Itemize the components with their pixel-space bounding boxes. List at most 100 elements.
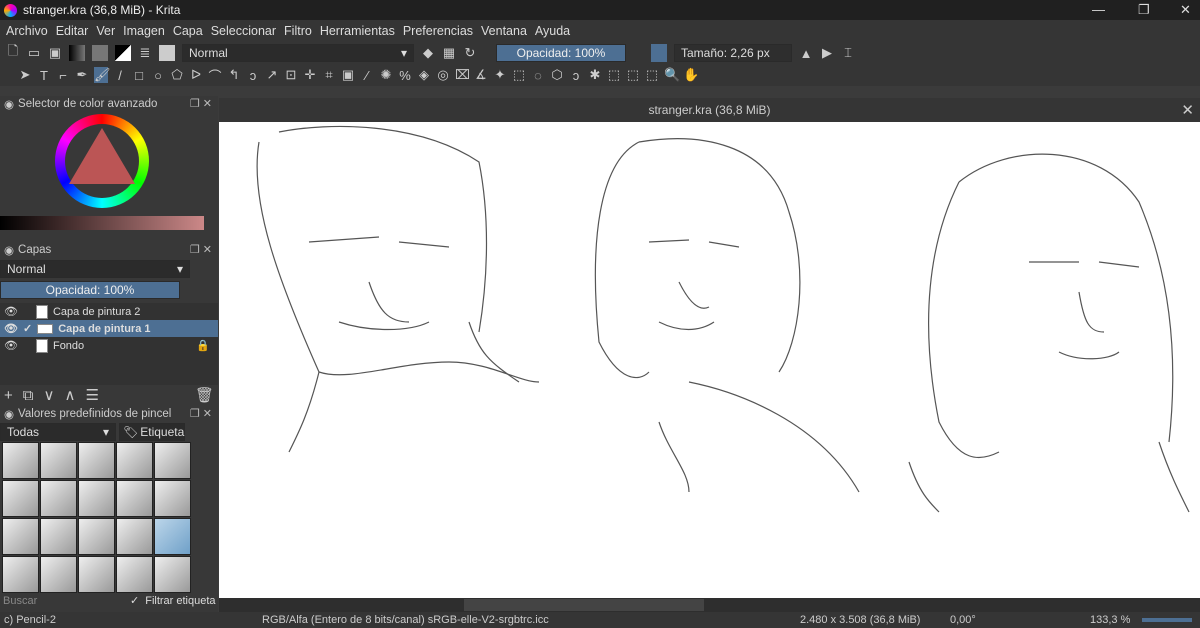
float-close-icon[interactable]: ❐ ✕ — [190, 407, 212, 420]
freehand-path-icon[interactable]: ↰ — [227, 67, 241, 83]
brush-preset[interactable] — [116, 518, 153, 555]
float-close-icon[interactable]: ❐ ✕ — [190, 97, 212, 110]
filter-tag-checkbox[interactable]: ✓ — [130, 594, 139, 607]
drawing-canvas[interactable] — [219, 122, 1200, 598]
menu-archivo[interactable]: Archivo — [6, 24, 48, 38]
minimize-button[interactable]: — — [1092, 2, 1105, 17]
move-tool-icon[interactable]: ✛ — [303, 67, 317, 83]
ellipse-select-icon[interactable]: ◌ — [531, 68, 545, 83]
brush-preset[interactable] — [154, 518, 191, 555]
brush-preset[interactable] — [40, 480, 77, 517]
brush-tool-icon[interactable]: 🖌 — [94, 67, 111, 83]
zoom-slider[interactable] — [1142, 618, 1192, 622]
opacity-slider[interactable]: Opacidad: 100% — [496, 44, 626, 62]
polygon-tool-icon[interactable]: ⬠ — [170, 67, 184, 83]
close-window-button[interactable]: ✕ — [1180, 2, 1191, 18]
transform-tool-icon[interactable]: ⊡ — [284, 67, 298, 83]
menu-capa[interactable]: Capa — [173, 24, 203, 38]
document-tab[interactable]: stranger.kra (36,8 MiB) ✕ — [219, 98, 1200, 122]
add-layer-icon[interactable]: + — [4, 387, 13, 404]
zoom-tool-icon[interactable]: 🔍 — [664, 67, 680, 83]
layer-row[interactable]: 👁 Fondo 🔒 — [0, 337, 218, 354]
brush-preset[interactable] — [78, 442, 115, 479]
gradient-selector[interactable] — [69, 45, 85, 61]
menu-filtro[interactable]: Filtro — [284, 24, 312, 38]
menu-ayuda[interactable]: Ayuda — [535, 24, 570, 38]
color-slider[interactable] — [0, 216, 204, 230]
zoom-level-status[interactable]: 133,3 % — [1090, 614, 1130, 626]
menu-herramientas[interactable]: Herramientas — [320, 24, 395, 38]
similar-select-icon[interactable]: ⬚ — [607, 67, 621, 83]
duplicate-layer-icon[interactable]: ⧉ — [23, 387, 34, 404]
bezier-tool-icon[interactable]: ⌒ — [208, 66, 222, 85]
horizontal-scrollbar[interactable] — [219, 598, 1200, 612]
brush-preset[interactable] — [2, 556, 39, 593]
blend-mode-select[interactable]: Normal ▾ — [182, 44, 414, 62]
wrap-around-icon[interactable]: ⌶ — [841, 45, 855, 61]
brush-filter-select[interactable]: Todas ▾ — [0, 423, 116, 441]
magnetic-select-icon[interactable]: ⬚ — [645, 67, 659, 83]
brush-preset[interactable] — [154, 442, 191, 479]
multibrush-icon[interactable]: ↗ — [265, 67, 279, 83]
layer-row[interactable]: 👁 Capa de pintura 2 — [0, 303, 218, 320]
fill-tool-icon[interactable]: % — [398, 68, 412, 83]
eye-icon[interactable]: 👁 — [4, 305, 18, 318]
scrollbar-thumb[interactable] — [464, 599, 704, 611]
polyline-tool-icon[interactable]: ᐅ — [189, 67, 203, 83]
brush-preset[interactable] — [40, 518, 77, 555]
mirror-vertical-icon[interactable]: ▶ — [820, 45, 834, 61]
alpha-lock-icon[interactable]: ▦ — [442, 45, 456, 61]
dynamic-brush-icon[interactable]: ↄ — [246, 68, 260, 83]
menu-editar[interactable]: Editar — [56, 24, 89, 38]
reload-icon[interactable]: ↻ — [463, 45, 477, 61]
brush-preset[interactable] — [78, 518, 115, 555]
brush-preset[interactable] — [40, 556, 77, 593]
menu-seleccionar[interactable]: Seleccionar — [211, 24, 276, 38]
brush-preset[interactable] — [154, 480, 191, 517]
tag-select[interactable]: 🏷 Etiqueta — [119, 423, 185, 441]
maximize-button[interactable]: ❐ — [1138, 2, 1150, 18]
enclose-fill-icon[interactable]: ◎ — [436, 67, 450, 83]
line-tool-icon[interactable]: / — [113, 68, 127, 83]
brush-preset[interactable] — [116, 480, 153, 517]
smart-patch-icon[interactable]: ✺ — [379, 67, 393, 83]
freehand-select-icon[interactable]: ↄ — [569, 68, 583, 83]
eye-icon[interactable]: 👁 — [4, 339, 18, 352]
close-document-icon[interactable]: ✕ — [1181, 101, 1194, 119]
rect-select-icon[interactable]: ⬚ — [512, 67, 526, 83]
brush-preset[interactable] — [78, 556, 115, 593]
brush-preset[interactable] — [40, 442, 77, 479]
delete-layer-icon[interactable]: 🗑 — [195, 386, 214, 404]
move-down-icon[interactable]: ∨ — [43, 386, 54, 404]
layer-blend-mode[interactable]: Normal ▾ — [0, 260, 190, 278]
lock-icon[interactable]: 🔒 — [196, 339, 210, 352]
size-slider[interactable]: Tamaño: 2,26 px — [674, 44, 792, 62]
brush-preset[interactable] — [154, 556, 191, 593]
menu-ventana[interactable]: Ventana — [481, 24, 527, 38]
layer-row[interactable]: 👁 ✓ Capa de pintura 1 — [0, 320, 218, 337]
brush-preset[interactable] — [116, 556, 153, 593]
new-file-icon[interactable]: 🗋 — [6, 42, 20, 64]
brush-preset[interactable] — [2, 518, 39, 555]
brush-preset[interactable] — [2, 442, 39, 479]
open-file-icon[interactable]: ▭ — [27, 45, 41, 61]
bezier-select-icon[interactable]: ⬚ — [626, 67, 640, 83]
text-tool-icon[interactable]: T — [37, 68, 51, 83]
pan-tool-icon[interactable]: ✋ — [683, 67, 699, 83]
color-picker-icon[interactable]: ⁄ — [360, 68, 374, 83]
layer-opacity-slider[interactable]: Opacidad: 100% — [0, 281, 180, 299]
select-tool-icon[interactable]: ➤ — [18, 67, 32, 83]
float-close-icon[interactable]: ❐ ✕ — [190, 243, 212, 256]
eye-icon[interactable]: 👁 — [4, 322, 18, 335]
menu-ver[interactable]: Ver — [96, 24, 115, 38]
save-icon[interactable]: ▣ — [48, 45, 62, 61]
color-triangle[interactable] — [69, 128, 135, 184]
hue-ring[interactable] — [55, 114, 149, 208]
contiguous-select-icon[interactable]: ✱ — [588, 67, 602, 83]
bucket-icon[interactable]: ◈ — [417, 67, 431, 83]
edit-shapes-icon[interactable]: ⌐ — [56, 68, 70, 83]
calligraphy-icon[interactable]: ✒ — [75, 67, 89, 83]
brush-preset[interactable] — [2, 480, 39, 517]
menu-preferencias[interactable]: Preferencias — [403, 24, 473, 38]
crop-tool-icon[interactable]: ⌗ — [322, 67, 336, 83]
